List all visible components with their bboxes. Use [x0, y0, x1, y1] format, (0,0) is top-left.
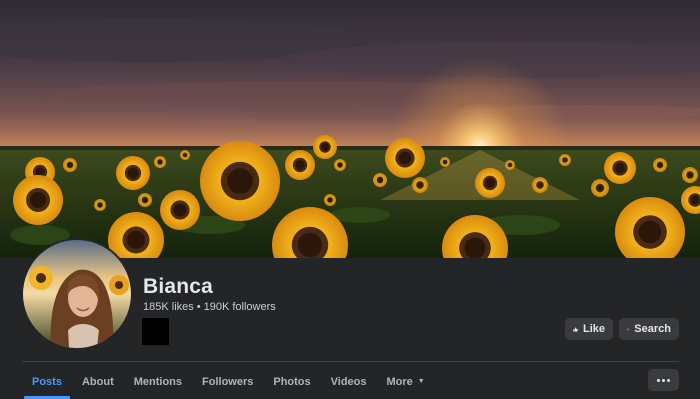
more-options-button[interactable] [648, 369, 679, 391]
page-stats: 185K likes • 190K followers [143, 301, 276, 313]
page-tabs: Posts About Mentions Followers Photos Vi… [22, 369, 435, 399]
tab-label: Mentions [133, 376, 183, 388]
caret-down-icon: ▼ [417, 378, 425, 385]
search-label: Search [634, 323, 671, 335]
tab-videos[interactable]: Videos [321, 369, 377, 395]
followers-count[interactable]: 190K followers [204, 301, 276, 313]
profile-avatar[interactable] [23, 240, 131, 348]
likes-count[interactable]: 185K likes [143, 301, 194, 313]
header-divider [22, 361, 679, 362]
like-button[interactable]: Like [565, 318, 613, 340]
thumbs-up-icon [573, 326, 578, 332]
cover-photo[interactable] [0, 0, 700, 258]
tab-mentions[interactable]: Mentions [124, 369, 192, 395]
tab-label: About [81, 376, 114, 388]
tab-label: Videos [330, 376, 367, 388]
magnifier-icon [627, 327, 630, 331]
dot-icon [662, 378, 665, 382]
tab-label: Followers [202, 376, 254, 388]
stats-separator: • [196, 301, 201, 313]
redacted-box [142, 318, 169, 345]
dot-icon [667, 378, 670, 382]
tab-photos[interactable]: Photos [263, 369, 320, 395]
tab-more[interactable]: More ▼ [377, 369, 435, 395]
dot-icon [657, 378, 660, 382]
page-name: Bianca [143, 275, 214, 298]
tab-posts[interactable]: Posts [22, 369, 72, 399]
tab-about[interactable]: About [72, 369, 124, 395]
tab-label: Posts [32, 376, 62, 388]
search-button[interactable]: Search [619, 318, 679, 340]
tab-followers[interactable]: Followers [192, 369, 263, 395]
tab-label: More [386, 376, 413, 388]
like-label: Like [582, 323, 605, 335]
tab-label: Photos [273, 376, 311, 388]
